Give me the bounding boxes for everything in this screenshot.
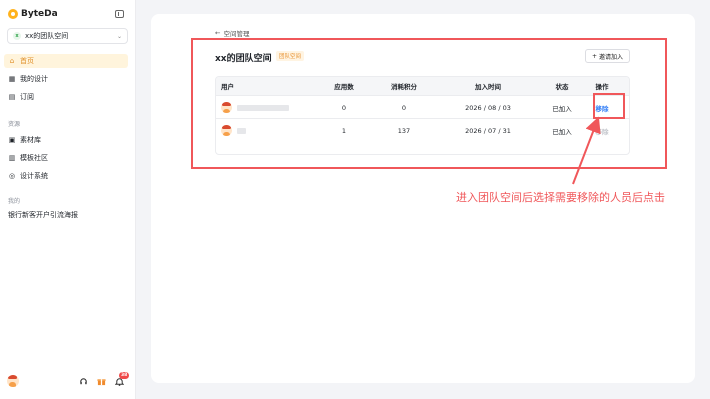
- breadcrumb-label: 空间管理: [223, 30, 250, 38]
- logo[interactable]: ByteDa: [8, 9, 58, 19]
- team-selector[interactable]: x xx的团队空间 ⌄: [7, 28, 128, 44]
- user-avatar[interactable]: [7, 375, 19, 387]
- sidebar-item-label: 设计系统: [20, 172, 48, 180]
- section-label-resources: 资源: [8, 121, 21, 128]
- sidebar-item-label: 素材库: [20, 136, 41, 144]
- sidebar-item-label: 银行新客开户引流海报: [8, 211, 78, 219]
- chevron-down-icon: ⌄: [116, 32, 122, 40]
- blurred-username: [237, 127, 246, 134]
- apps-count: 0: [341, 103, 347, 112]
- space-type-badge: 团队空间: [276, 51, 305, 61]
- remove-link: 移除: [595, 127, 609, 136]
- sidebar: ByteDa x xx的团队空间 ⌄ ⌂ 首页 ▦ 我的设计 ▤ 订阅 资源 ▣…: [0, 0, 136, 399]
- header-apps: 应用数: [334, 83, 354, 91]
- gift-icon[interactable]: [96, 377, 106, 387]
- user-cell: [221, 96, 311, 119]
- invite-button[interactable]: + 邀请加入: [585, 49, 630, 63]
- sidebar-item-my-designs[interactable]: ▦ 我的设计: [4, 72, 128, 86]
- team-badge: x: [13, 32, 21, 40]
- logo-icon: [8, 9, 18, 19]
- invite-button-label: 邀请加入: [599, 53, 624, 61]
- annotation-text: 进入团队空间后选择需要移除的人员后点击: [456, 191, 665, 204]
- sidebar-item-label: 模板社区: [20, 154, 48, 162]
- sidebar-item-label: 首页: [20, 57, 34, 65]
- avatar: [221, 102, 232, 113]
- sidebar-item-templates[interactable]: ▥ 模板社区: [4, 151, 128, 165]
- table-row: 0 0 2026 / 08 / 03 已加入 移除: [216, 95, 629, 119]
- apps-count: 1: [341, 126, 347, 135]
- sidebar-item-subscription[interactable]: ▤ 订阅: [4, 90, 128, 104]
- table-row: 1 137 2026 / 07 / 31 已加入 移除: [216, 118, 629, 142]
- grid-icon: ▦: [8, 75, 16, 83]
- home-icon: ⌂: [9, 57, 15, 65]
- sidebar-item-home[interactable]: ⌂ 首页: [4, 54, 128, 68]
- join-time: 2026 / 08 / 03: [465, 103, 511, 112]
- action-highlight-box: [593, 93, 625, 119]
- notification-badge: 38: [119, 372, 130, 379]
- breadcrumb[interactable]: ← 空间管理: [215, 28, 249, 38]
- palette-icon: ◎: [8, 172, 16, 180]
- avatar: [221, 125, 232, 136]
- user-cell: [221, 119, 311, 142]
- header-points: 消耗积分: [391, 83, 417, 91]
- points-used: 0: [401, 103, 407, 112]
- sidebar-item-project[interactable]: 银行新客开户引流海报: [4, 208, 128, 222]
- members-table: 用户 应用数 消耗积分 加入时间 状态 操作 0 0 2026 / 08 / 0…: [215, 76, 630, 155]
- sidebar-item-label: 订阅: [20, 93, 34, 101]
- header-joined: 加入时间: [475, 83, 501, 91]
- team-name: xx的团队空间: [25, 32, 69, 40]
- sidebar-collapse-icon[interactable]: [115, 10, 124, 18]
- avatar-icon: [7, 375, 19, 387]
- header-user: 用户: [221, 83, 234, 91]
- sidebar-item-design-system[interactable]: ◎ 设计系统: [4, 169, 128, 183]
- blurred-username: [237, 104, 289, 111]
- sidebar-item-assets[interactable]: ▣ 素材库: [4, 133, 128, 147]
- image-icon: ▣: [8, 136, 16, 144]
- table-header: 用户 应用数 消耗积分 加入时间 状态 操作: [216, 77, 629, 95]
- section-label-mine: 我的: [8, 198, 21, 205]
- points-used: 137: [397, 126, 411, 135]
- app-name: ByteDa: [21, 9, 58, 19]
- plus-icon: +: [591, 52, 597, 60]
- subscription-icon: ▤: [8, 93, 16, 101]
- template-icon: ▥: [8, 154, 16, 162]
- remove-button-disabled: 移除: [576, 119, 628, 142]
- back-arrow-icon[interactable]: ←: [215, 29, 220, 37]
- sidebar-item-label: 我的设计: [20, 75, 48, 83]
- page-title: xx的团队空间: [215, 54, 272, 64]
- headset-icon[interactable]: [78, 377, 88, 387]
- join-time: 2026 / 07 / 31: [465, 126, 511, 135]
